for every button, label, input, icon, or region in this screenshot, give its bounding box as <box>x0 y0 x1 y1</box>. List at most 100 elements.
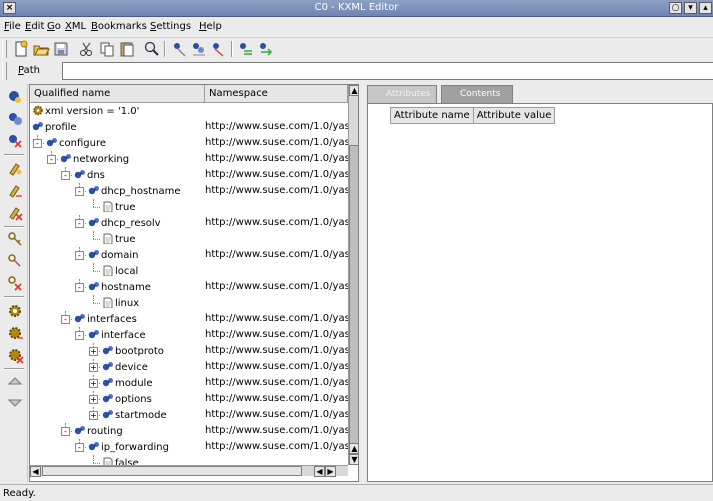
menu-go[interactable]: Go <box>47 21 61 32</box>
collapse-icon[interactable]: - <box>75 219 84 228</box>
find-icon[interactable] <box>143 40 161 58</box>
add-attribute-icon[interactable] <box>6 160 24 178</box>
tree-row[interactable]: - domain http://www.suse.com/1.0/yast2ns <box>30 247 348 263</box>
collapse-icon[interactable]: - <box>75 187 84 196</box>
save-file-icon[interactable] <box>52 40 70 58</box>
column-namespace[interactable]: Namespace <box>205 85 348 103</box>
new-file-icon[interactable] <box>12 40 30 58</box>
tree-row[interactable]: + bootproto http://www.suse.com/1.0/yast2n… <box>30 343 348 359</box>
tree-row[interactable]: - dns http://www.suse.com/1.0/yast2ns <box>30 167 348 183</box>
add-text-icon[interactable] <box>6 230 24 248</box>
tree-row[interactable]: - interfaces http://www.suse.com/1.0/yast2… <box>30 311 348 327</box>
tree-row[interactable]: - interface http://www.suse.com/1.0/yast2n… <box>30 327 348 343</box>
scroll-up-arrow-icon[interactable]: ▲ <box>349 85 358 96</box>
xml-tree-view[interactable]: Qualified name Namespace xml version = '… <box>29 84 359 482</box>
collapse-icon[interactable]: - <box>75 251 84 260</box>
tree-row[interactable]: + module http://www.suse.com/1.0/yast2ns <box>30 375 348 391</box>
bookmark-toggle-icon[interactable] <box>237 40 255 58</box>
collapse-icon[interactable]: - <box>61 171 70 180</box>
column-qualified-name[interactable]: Qualified name <box>30 85 205 103</box>
expand-icon[interactable]: + <box>89 395 98 404</box>
scroll-up-arrow-icon[interactable]: ▲ <box>349 443 358 454</box>
tree-branch-line <box>93 271 100 272</box>
menu-bookmarks[interactable]: Bookmarks <box>91 21 147 32</box>
scroll-down-arrow-icon[interactable]: ▼ <box>349 454 358 465</box>
tree-row[interactable]: + device http://www.suse.com/1.0/yast2ns <box>30 359 348 375</box>
node-copy-icon[interactable] <box>190 40 208 58</box>
attributes-header: Attribute name Attribute value <box>390 107 556 124</box>
tree-row[interactable]: false <box>30 455 348 465</box>
remove-text-icon[interactable] <box>6 274 24 292</box>
add-child-element-icon[interactable] <box>6 88 24 106</box>
tree-row[interactable]: xml version = '1.0' <box>30 103 348 119</box>
move-up-icon[interactable] <box>6 372 24 390</box>
tree-row[interactable]: profile http://www.suse.com/1.0/yast2ns <box>30 119 348 135</box>
node-cut-icon[interactable] <box>170 40 188 58</box>
minimize-window-icon[interactable]: ○ <box>669 2 682 14</box>
collapse-icon[interactable]: - <box>75 331 84 340</box>
column-attribute-name[interactable]: Attribute name <box>391 108 474 123</box>
collapse-icon[interactable]: - <box>47 155 56 164</box>
edit-processing-instruction-icon[interactable] <box>6 324 24 342</box>
expand-icon[interactable]: + <box>89 347 98 356</box>
scroll-right-arrow-icon[interactable]: ▶ <box>325 466 336 477</box>
delete-element-icon[interactable] <box>6 132 24 150</box>
tree-row[interactable]: + startmode http://www.suse.com/1.0/yast2n… <box>30 407 348 423</box>
tree-row[interactable]: true <box>30 199 348 215</box>
tree-row[interactable]: - ip_forwarding http://www.suse.com/1.0/ya… <box>30 439 348 455</box>
collapse-icon[interactable]: - <box>61 427 70 436</box>
tree-row[interactable]: - dhcp_resolv http://www.suse.com/1.0/yast… <box>30 215 348 231</box>
shade-window-icon[interactable]: ▾ <box>684 2 697 14</box>
tree-vertical-scrollbar[interactable]: ▲ ▲ ▼ <box>348 85 358 465</box>
menu-edit[interactable]: Edit <box>25 21 44 32</box>
open-file-icon[interactable] <box>32 40 50 58</box>
collapse-icon[interactable]: - <box>75 443 84 452</box>
menu-help[interactable]: Help <box>199 21 222 32</box>
tab-contents[interactable]: Contents <box>441 85 513 103</box>
menu-xml[interactable]: XML <box>65 21 86 32</box>
tree-horizontal-scrollbar[interactable]: ◀ ◀ ▶ <box>30 465 348 477</box>
tree-row[interactable]: true <box>30 231 348 247</box>
tree-row[interactable]: - dhcp_hostname http://www.suse.com/1.0/ya… <box>30 183 348 199</box>
scroll-thumb[interactable] <box>349 145 358 455</box>
paste-icon[interactable] <box>118 40 136 58</box>
bookmark-next-icon[interactable] <box>257 40 275 58</box>
node-paste-icon[interactable] <box>210 40 228 58</box>
tree-row[interactable]: + options http://www.suse.com/1.0/yast2ns <box>30 391 348 407</box>
tree-row[interactable]: linux <box>30 295 348 311</box>
expand-icon[interactable]: + <box>89 379 98 388</box>
collapse-icon[interactable]: - <box>33 139 42 148</box>
scroll-left-arrow-icon[interactable]: ◀ <box>314 466 325 477</box>
path-input[interactable] <box>62 62 713 80</box>
scroll-left-arrow-icon[interactable]: ◀ <box>30 466 41 477</box>
menu-file[interactable]: File <box>4 21 21 32</box>
attributes-panel[interactable]: Attribute name Attribute value <box>367 103 713 482</box>
cut-icon[interactable] <box>78 40 96 58</box>
collapse-icon[interactable]: - <box>61 315 70 324</box>
path-label[interactable]: Path <box>18 65 40 76</box>
menu-settings[interactable]: Settings <box>150 21 191 32</box>
tree-row[interactable]: - configure http://www.suse.com/1.0/yast2n… <box>30 135 348 151</box>
menu-accelerator: X <box>65 21 72 32</box>
tree-row[interactable]: - routing http://www.suse.com/1.0/yast2ns <box>30 423 348 439</box>
remove-attribute-icon[interactable] <box>6 204 24 222</box>
hscroll-thumb[interactable] <box>42 466 302 476</box>
expand-icon[interactable]: + <box>89 411 98 420</box>
add-sibling-element-icon[interactable] <box>6 110 24 128</box>
add-processing-instruction-icon[interactable] <box>6 302 24 320</box>
maximize-window-icon[interactable]: ▴ <box>699 2 712 14</box>
expand-icon[interactable]: + <box>89 363 98 372</box>
move-down-icon[interactable] <box>6 394 24 412</box>
edit-attribute-icon[interactable] <box>6 182 24 200</box>
remove-processing-instruction-icon[interactable] <box>6 346 24 364</box>
pathbar-grip[interactable] <box>2 62 7 80</box>
copy-icon[interactable] <box>98 40 116 58</box>
tree-row[interactable]: local <box>30 263 348 279</box>
toolbar-grip[interactable] <box>2 40 7 58</box>
column-attribute-value[interactable]: Attribute value <box>474 108 555 123</box>
tree-row[interactable]: - networking http://www.suse.com/1.0/yast2… <box>30 151 348 167</box>
tab-attributes[interactable]: Attributes <box>367 85 437 103</box>
edit-text-icon[interactable] <box>6 252 24 270</box>
collapse-icon[interactable]: - <box>75 283 84 292</box>
tree-row[interactable]: - hostname http://www.suse.com/1.0/yast2ns <box>30 279 348 295</box>
